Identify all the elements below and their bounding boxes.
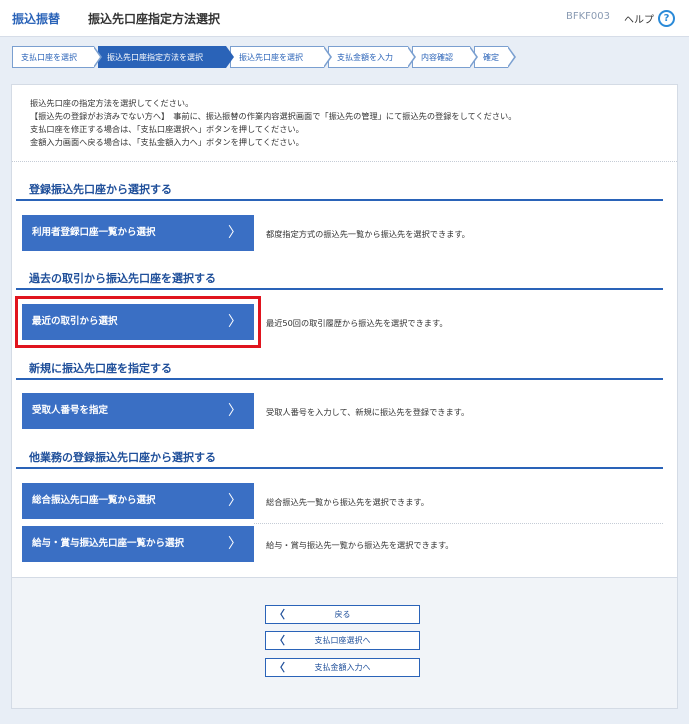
- screen-id: BFKF003: [566, 11, 611, 22]
- step-6: 確定: [474, 46, 516, 68]
- salary-bonus-description: 給与・賞与振込先一覧から振込先を選択できます。: [266, 540, 454, 550]
- divider: [12, 161, 677, 162]
- instruction-line: 振込先口座の指定方法を選択してください。: [30, 98, 194, 108]
- section-new-title: 新規に振込先口座を指定する: [29, 362, 172, 375]
- step-2-current: 振込先口座指定方法を選択: [98, 46, 234, 68]
- button-label: 支払口座選択へ: [314, 636, 371, 645]
- step-label: 振込先口座を選択: [239, 53, 303, 62]
- select-salary-bonus-accounts-button[interactable]: 給与・賞与振込先口座一覧から選択 〉: [22, 526, 254, 562]
- chevron-left-icon: 〈: [274, 661, 285, 674]
- row-divider: [254, 523, 663, 524]
- specify-recipient-number-button[interactable]: 受取人番号を指定 〉: [22, 393, 254, 429]
- header-bar: 振込振替 振込先口座指定方法選択 BFKF003 ヘルプ ?: [0, 0, 689, 37]
- general-transfer-description: 総合振込先一覧から振込先を選択できます。: [266, 497, 429, 507]
- button-label: 総合振込先口座一覧から選択: [32, 495, 156, 506]
- step-3: 振込先口座を選択: [230, 46, 332, 68]
- step-1: 支払口座を選択: [12, 46, 102, 68]
- step-label: 支払金額を入力: [337, 53, 393, 62]
- step-label: 振込先口座指定方法を選択: [107, 53, 203, 62]
- step-label: 支払口座を選択: [21, 53, 77, 62]
- step-5: 内容確認: [412, 46, 478, 68]
- section-title: 振込振替: [12, 12, 61, 26]
- section-underline: [16, 288, 663, 290]
- button-label: 給与・賞与振込先口座一覧から選択: [32, 538, 185, 549]
- instructions: 振込先口座の指定方法を選択してください。 【振込先の登録がお済みでない方へ】 事…: [30, 97, 516, 149]
- to-amount-input-button[interactable]: 〈 支払金額入力へ: [265, 658, 420, 677]
- navigation-area: 〈 戻る 〈 支払口座選択へ 〈 支払金額入力へ: [12, 577, 677, 708]
- new-description: 受取人番号を入力して、新規に振込先を登録できます。: [266, 407, 470, 417]
- chevron-right-icon: 〉: [228, 536, 242, 552]
- chevron-right-icon: 〉: [228, 493, 242, 509]
- button-label: 戻る: [334, 610, 351, 619]
- section-underline: [16, 378, 663, 380]
- help-link[interactable]: ヘルプ ?: [624, 9, 675, 27]
- registered-description: 都度指定方式の振込先一覧から振込先を選択できます。: [266, 229, 470, 239]
- button-label: 支払金額入力へ: [314, 663, 371, 672]
- section-history-title: 過去の取引から振込先口座を選択する: [29, 272, 216, 285]
- page-title: 振込先口座指定方法選択: [88, 12, 221, 26]
- main-panel: 振込先口座の指定方法を選択してください。 【振込先の登録がお済みでない方へ】 事…: [11, 84, 678, 709]
- instruction-line: 支払口座を修正する場合は、「支払口座選択へ」ボタンを押してください。: [30, 124, 304, 134]
- section-underline: [16, 467, 663, 469]
- chevron-right-icon: 〉: [228, 314, 242, 330]
- chevron-right-icon: 〉: [228, 403, 242, 419]
- instruction-line: 金額入力画面へ戻る場合は、「支払金額入力へ」ボタンを押してください。: [30, 137, 304, 147]
- section-underline: [16, 199, 663, 201]
- button-label: 利用者登録口座一覧から選択: [32, 227, 156, 238]
- section-other-title: 他業務の登録振込先口座から選択する: [29, 451, 216, 464]
- select-general-transfer-accounts-button[interactable]: 総合振込先口座一覧から選択 〉: [22, 483, 254, 519]
- step-label: 内容確認: [421, 53, 453, 62]
- chevron-left-icon: 〈: [274, 608, 285, 621]
- step-4: 支払金額を入力: [328, 46, 416, 68]
- back-button[interactable]: 〈 戻る: [265, 605, 420, 624]
- history-description: 最近50回の取引履歴から振込先を選択できます。: [266, 318, 448, 328]
- chevron-left-icon: 〈: [274, 634, 285, 647]
- section-registered-title: 登録振込先口座から選択する: [29, 183, 172, 196]
- select-recent-transactions-button[interactable]: 最近の取引から選択 〉: [22, 304, 254, 340]
- help-label: ヘルプ: [624, 14, 654, 26]
- chevron-right-icon: 〉: [228, 225, 242, 241]
- button-label: 受取人番号を指定: [32, 405, 109, 416]
- button-label: 最近の取引から選択: [32, 316, 118, 327]
- to-payment-account-button[interactable]: 〈 支払口座選択へ: [265, 631, 420, 650]
- step-label: 確定: [483, 53, 499, 62]
- help-question-icon: ?: [658, 9, 675, 27]
- instruction-line: 【振込先の登録がお済みでない方へ】 事前に、振込振替の作業内容選択画面で「振込先…: [30, 111, 517, 121]
- select-registered-accounts-button[interactable]: 利用者登録口座一覧から選択 〉: [22, 215, 254, 251]
